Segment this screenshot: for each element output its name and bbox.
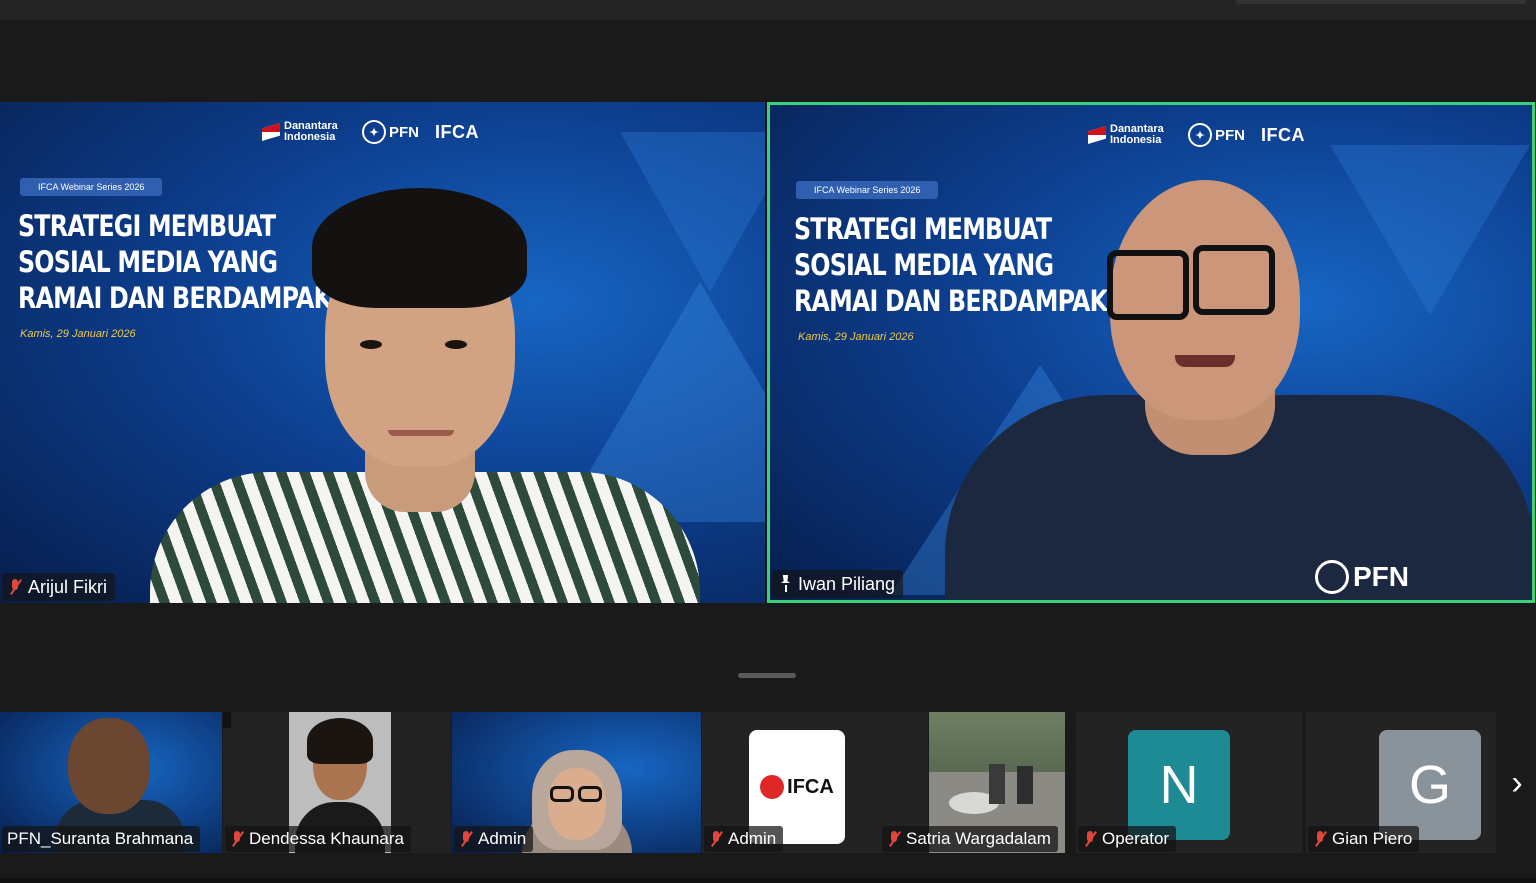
video-tile-arijul-fikri[interactable]: Danantara Indonesia ✦ PFN IFCA IFCA Webin… bbox=[0, 102, 765, 603]
participant-name-chip: Arijul Fikri bbox=[2, 573, 115, 601]
top-bar-handle bbox=[1236, 0, 1526, 4]
window-bottom-bar bbox=[0, 878, 1536, 883]
pin-icon bbox=[778, 575, 792, 593]
participant-name-area: Satria Wargadalam bbox=[880, 823, 1070, 853]
mic-muted-icon bbox=[1083, 830, 1097, 848]
mic-muted-icon bbox=[887, 830, 901, 848]
participant-name-chip: Admin bbox=[454, 826, 534, 852]
mic-muted-icon bbox=[8, 578, 22, 596]
participant-thumbnail[interactable]: N Operator bbox=[1076, 712, 1302, 853]
participant-name: Dendessa Khaunara bbox=[249, 829, 405, 848]
presentation-date: Kamis, 29 Januari 2026 bbox=[798, 331, 914, 343]
presentation-date: Kamis, 29 Januari 2026 bbox=[20, 328, 136, 340]
participant-name: Admin bbox=[478, 829, 527, 848]
mic-muted-icon bbox=[709, 830, 723, 848]
participant-name-chip: Operator bbox=[1078, 826, 1177, 852]
series-badge: IFCA Webinar Series 2026 bbox=[20, 178, 163, 196]
mic-muted-icon bbox=[230, 830, 244, 848]
ifca-logo-icon bbox=[760, 775, 785, 799]
participant-name: Gian Piero bbox=[1332, 829, 1413, 848]
participant-thumbnail[interactable]: PFN_Suranta Brahmana bbox=[0, 712, 222, 853]
avatar: G bbox=[1379, 730, 1481, 840]
mic-muted-icon bbox=[1313, 830, 1327, 848]
participant-name: Iwan Piliang bbox=[798, 573, 896, 594]
participant-name-chip: Satria Wargadalam bbox=[882, 826, 1058, 852]
participant-name-chip: PFN_Suranta Brahmana bbox=[2, 826, 201, 852]
participant-name-chip: Dendessa Khaunara bbox=[225, 826, 412, 852]
series-badge: IFCA Webinar Series 2026 bbox=[796, 181, 939, 199]
participant-video bbox=[150, 102, 700, 603]
participant-thumbnail[interactable]: G Gian Piero bbox=[1306, 712, 1496, 853]
participant-name-chip: Admin bbox=[704, 826, 784, 852]
avatar: N bbox=[1128, 730, 1230, 840]
avatar-text: IFCA bbox=[787, 775, 834, 798]
window-top-bar bbox=[0, 0, 1536, 20]
participant-name-chip: Gian Piero bbox=[1308, 826, 1420, 852]
video-tile-iwan-piliang[interactable]: Danantara Indonesia ✦ PFN IFCA IFCA Webin… bbox=[767, 102, 1535, 603]
participant-thumbnail[interactable]: Dendessa Khaunara bbox=[223, 712, 451, 853]
participant-strip: PFN_Suranta Brahmana Dendessa Khaunara A… bbox=[0, 712, 1536, 853]
mic-muted-icon bbox=[459, 830, 473, 848]
shirt-pfn-logo: PFN bbox=[1315, 560, 1409, 594]
participant-thumbnail[interactable]: Admin bbox=[452, 712, 701, 853]
stage-resize-handle[interactable] bbox=[738, 673, 796, 678]
participant-video: PFN bbox=[945, 105, 1532, 600]
chevron-right-icon[interactable]: › bbox=[1502, 766, 1532, 800]
participant-name: PFN_Suranta Brahmana bbox=[7, 829, 194, 848]
participant-name: Operator bbox=[1102, 829, 1170, 848]
participant-name: Arijul Fikri bbox=[28, 576, 107, 597]
participant-name: Admin bbox=[728, 829, 777, 848]
participant-name: Satria Wargadalam bbox=[906, 829, 1051, 848]
participant-name-chip: Iwan Piliang bbox=[772, 570, 904, 598]
